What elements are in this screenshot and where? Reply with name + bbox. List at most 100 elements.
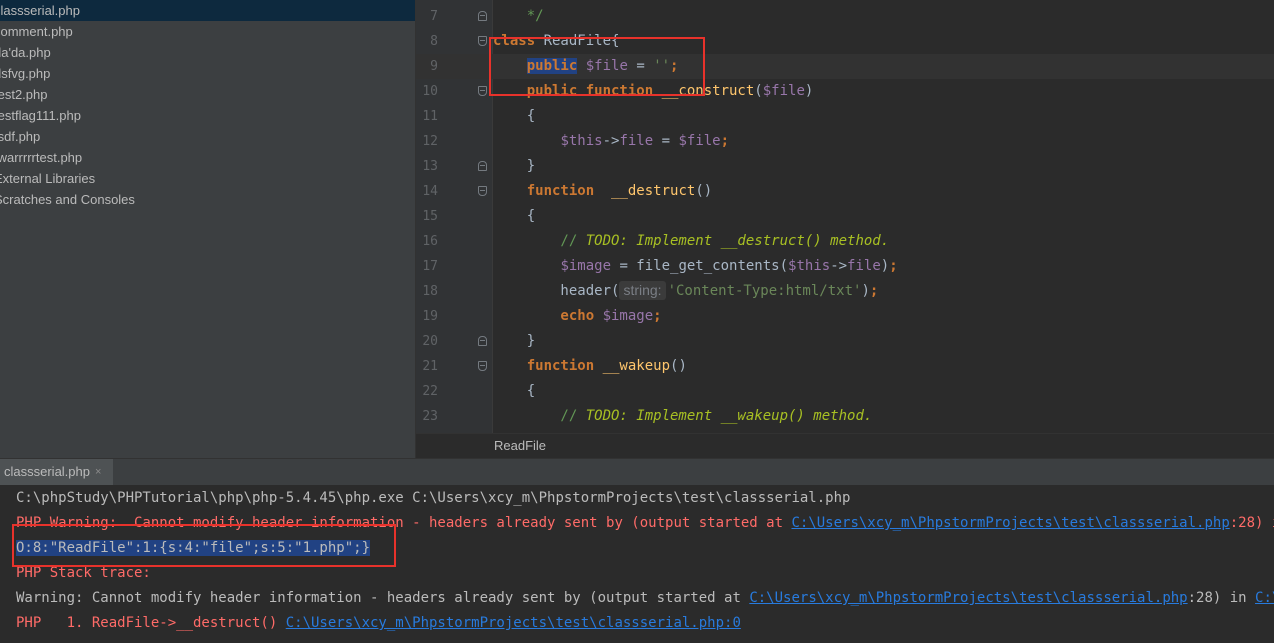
console-text: :28) in	[1229, 515, 1274, 531]
code-token: =	[653, 133, 679, 149]
close-icon[interactable]: ×	[95, 459, 101, 485]
code-token: ()	[670, 358, 687, 374]
code-editor[interactable]: 7 */8 class ReadFile{9 public $file = '';…	[416, 0, 1274, 433]
code-text: {	[493, 379, 535, 404]
code-line[interactable]: 12 $this->file = $file;	[416, 129, 1274, 154]
code-token: ->	[602, 133, 620, 149]
tree-item-label: classserial.php	[0, 3, 80, 18]
code-text: function __destruct()	[493, 179, 712, 204]
line-number: 13	[422, 159, 438, 174]
tree-item[interactable]: twarrrrrtest.php	[0, 147, 88, 168]
code-text: // TODO: Implement __wakeup() method.	[493, 404, 872, 429]
code-line[interactable]: 18 header(string: 'Content-Type:html/txt'…	[416, 279, 1274, 304]
code-text: }	[493, 329, 535, 354]
run-console-output[interactable]: C:\phpStudy\PHPTutorial\php\php-5.4.45\p…	[0, 485, 1274, 643]
code-token: echo	[493, 308, 603, 324]
code-text: header(string: 'Content-Type:html/txt');	[493, 279, 878, 304]
code-line[interactable]: 9 public $file = '';	[416, 54, 1274, 79]
tree-item-label: da'da.php	[0, 45, 51, 60]
line-number: 19	[422, 309, 438, 324]
line-number: 16	[422, 234, 438, 249]
tree-item[interactable]: Scratches and Consoles	[0, 189, 141, 210]
code-line[interactable]: 20 }	[416, 329, 1274, 354]
tree-item[interactable]: test2.php	[0, 84, 54, 105]
line-number: 14	[422, 184, 438, 199]
code-token: $this	[560, 133, 603, 149]
tree-item-label: Scratches and Consoles	[0, 192, 135, 207]
tree-item[interactable]: tsdf.php	[0, 126, 46, 147]
tree-item[interactable]: dsfvg.php	[0, 63, 56, 84]
line-number: 17	[422, 259, 438, 274]
console-file-link[interactable]: C:\Users\xcy_m\PhpstormProjects\test\cla…	[286, 615, 741, 631]
code-text: {	[493, 104, 535, 129]
console-file-link[interactable]: C:\Users\xcy_m\PhpstormProjects\test\cla…	[791, 515, 1229, 531]
console-line: PHP 1. ReadFile->__destruct() C:\Users\x…	[16, 611, 741, 636]
console-line: PHP Stack trace:	[16, 561, 151, 586]
code-line[interactable]: 23 // TODO: Implement __wakeup() method.	[416, 404, 1274, 429]
code-token: }	[493, 158, 536, 174]
tree-item-label: tsdf.php	[0, 129, 41, 144]
code-token: file	[847, 258, 881, 274]
run-tab-classserial[interactable]: classserial.php ×	[0, 459, 113, 485]
console-line: PHP Warning: Cannot modify header inform…	[16, 511, 1274, 536]
console-text: :28) in	[1187, 590, 1256, 606]
code-token: {	[493, 383, 536, 399]
code-line[interactable]: 15 {	[416, 204, 1274, 229]
code-line[interactable]: 11 {	[416, 104, 1274, 129]
run-tab-label: classserial.php	[4, 464, 90, 479]
code-line[interactable]: 21 function __wakeup()	[416, 354, 1274, 379]
code-text: $this->file = $file;	[493, 129, 729, 154]
code-line[interactable]: 22 {	[416, 379, 1274, 404]
code-line[interactable]: 16 // TODO: Implement __destruct() metho…	[416, 229, 1274, 254]
code-text: echo $image;	[493, 304, 662, 329]
code-token: __construct	[661, 83, 755, 99]
breadcrumb-item-readfile[interactable]: ReadFile	[494, 434, 546, 458]
tree-item[interactable]: classserial.php	[0, 0, 415, 21]
code-line[interactable]: 13 }	[416, 154, 1274, 179]
line-number: 22	[422, 384, 438, 399]
code-line[interactable]: 10 public function __construct($file)	[416, 79, 1274, 104]
code-line[interactable]: 17 $image = file_get_contents($this->fil…	[416, 254, 1274, 279]
code-token: //	[493, 233, 586, 249]
tree-item[interactable]: comment.php	[0, 21, 79, 42]
line-number: 20	[422, 334, 438, 349]
tree-item-label: dsfvg.php	[0, 66, 51, 81]
code-line[interactable]: 8 class ReadFile{	[416, 29, 1274, 54]
project-tree: classserial.php comment.php da'da.php dsfvg…	[0, 0, 415, 458]
console-text: PHP 1. ReadFile->__destruct()	[16, 615, 286, 631]
code-line[interactable]: 7 */	[416, 4, 1274, 29]
line-number: 21	[422, 359, 438, 374]
code-text: {	[493, 204, 535, 229]
console-text: PHP Warning: Cannot modify header inform…	[16, 515, 792, 531]
console-text: C:\phpStudy\PHPTutorial\php\php-5.4.45\p…	[16, 490, 851, 506]
console-line: O:8:"ReadFile":1:{s:4:"file";s:5:"1.php"…	[16, 536, 371, 561]
code-token: ;	[720, 133, 730, 149]
code-token: $this	[788, 258, 831, 274]
code-line[interactable]: 14 function __destruct()	[416, 179, 1274, 204]
console-line: Warning: Cannot modify header informatio…	[16, 586, 1274, 611]
console-text: Warning: Cannot modify header informatio…	[16, 590, 750, 606]
code-line[interactable]: 19 echo $image;	[416, 304, 1274, 329]
code-text: function __wakeup()	[493, 354, 687, 379]
code-token: )	[804, 83, 814, 99]
code-token: function	[493, 358, 603, 374]
code-token: {	[493, 208, 536, 224]
tree-item-label: test2.php	[0, 87, 48, 102]
console-text: O:8:"ReadFile":1:{s:4:"file";s:5:"1.php"…	[16, 540, 371, 556]
code-token: header(	[493, 283, 620, 299]
tree-item[interactable]: External Libraries	[0, 168, 101, 189]
code-text: public function __construct($file)	[493, 79, 814, 104]
line-number: 10	[422, 84, 438, 99]
code-token: $file	[678, 133, 721, 149]
console-file-link[interactable]: C:\Users\xcy_m\PhpstormProjects\test\cla…	[1255, 590, 1274, 606]
code-token: ()	[695, 183, 713, 199]
code-token: __wakeup	[602, 358, 671, 374]
tree-item[interactable]: testflag111.php	[0, 105, 87, 126]
console-file-link[interactable]: C:\Users\xcy_m\PhpstormProjects\test\cla…	[749, 590, 1187, 606]
tree-item[interactable]: da'da.php	[0, 42, 57, 63]
code-token: ;	[653, 308, 662, 324]
